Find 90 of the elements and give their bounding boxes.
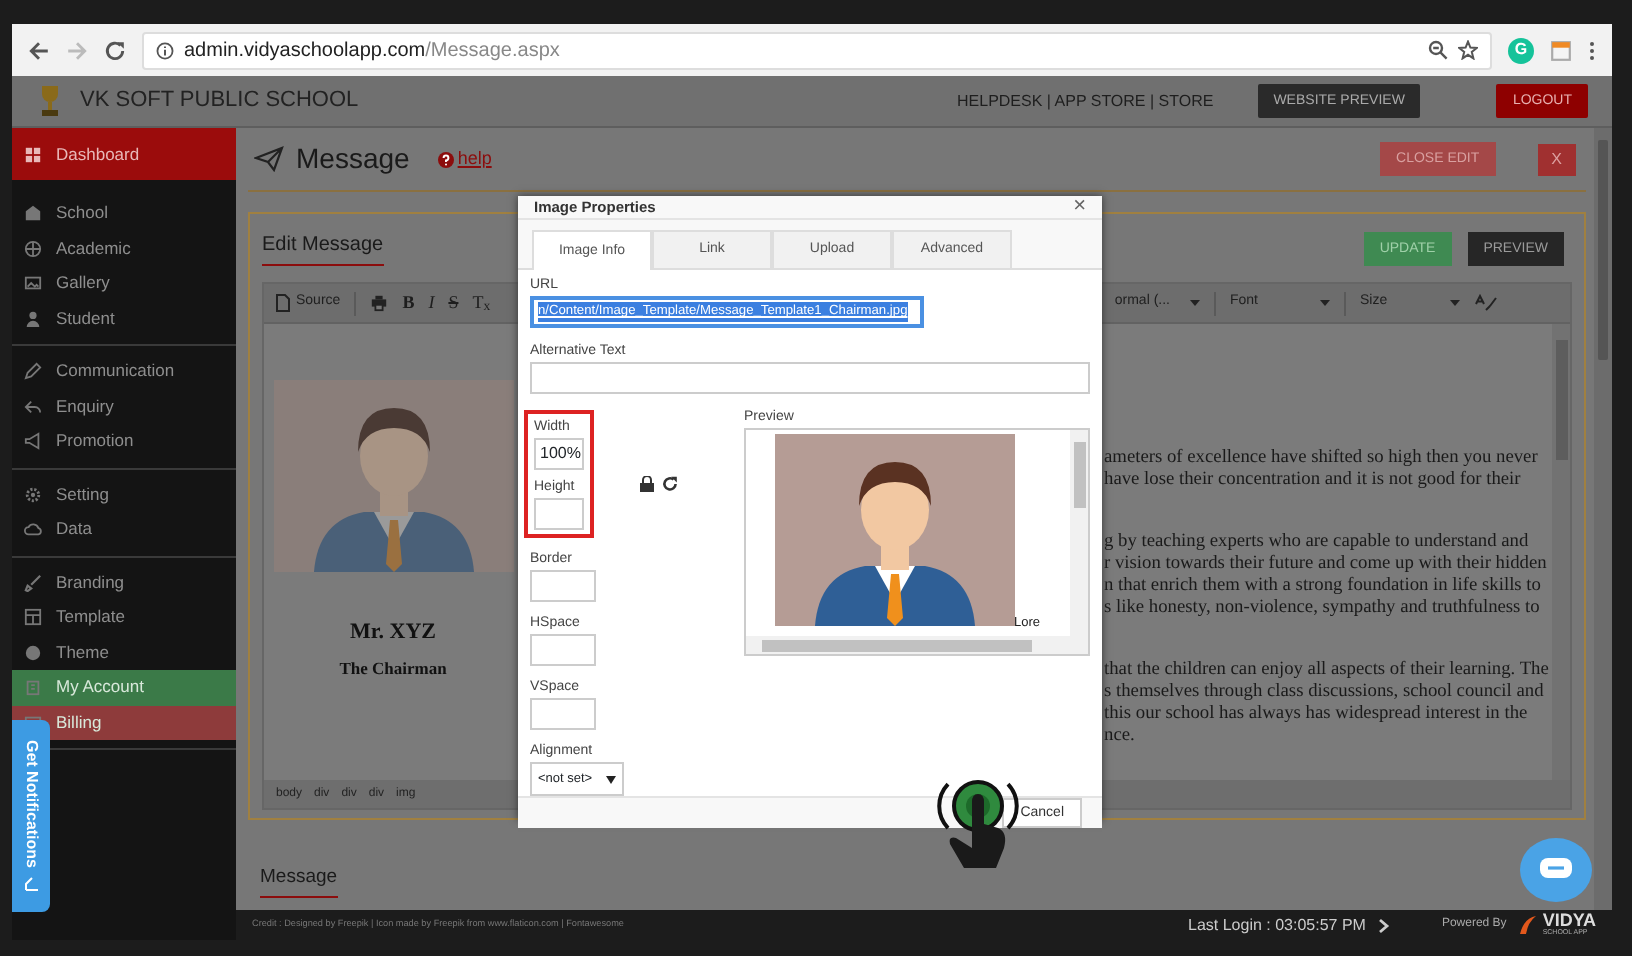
hspace-field[interactable]: [530, 634, 596, 667]
sidebar-item[interactable]: Setting: [12, 477, 236, 512]
sidebar-item[interactable]: Data: [12, 512, 236, 547]
person-role: The Chairman: [339, 655, 447, 681]
logo-text: VIDYA: [1542, 912, 1596, 931]
school-name: VK SOFT PUBLIC SCHOOL: [80, 86, 359, 117]
building-icon: [24, 678, 42, 697]
trophy-logo-icon: [36, 81, 64, 121]
pencil-icon: [24, 362, 42, 381]
brush-icon: [24, 573, 42, 592]
building-icon: [24, 204, 42, 223]
text-line: ameters of excellence have shifted so high then you never: [1104, 448, 1540, 470]
menu-icon[interactable]: [1588, 39, 1596, 61]
palette-icon: [24, 643, 42, 662]
reload-icon[interactable]: [104, 39, 126, 61]
edit-icon: [23, 875, 39, 891]
person-name: Mr. XYZ: [350, 618, 436, 648]
height-field[interactable]: [534, 498, 584, 531]
caret-icon: [1450, 300, 1460, 306]
sidebar-item[interactable]: Enquiry: [12, 389, 236, 424]
star-icon[interactable]: [1458, 40, 1478, 60]
text-line: s like honesty, non-violence, sympathy and truthfulness to: [1104, 598, 1542, 620]
text-line: have lose their concentration and it is not good for their: [1104, 470, 1523, 492]
sidebar-item[interactable]: Promotion: [12, 424, 236, 459]
info-icon: [156, 41, 174, 59]
reset-icon[interactable]: [662, 476, 678, 493]
print-icon[interactable]: [370, 294, 389, 312]
caret-icon: [1190, 300, 1200, 306]
text-line: r vision towards their future and come up with their hidden: [1104, 554, 1549, 576]
sidebar-item[interactable]: Template: [12, 600, 236, 635]
section-heading: Message: [260, 864, 338, 899]
close-button[interactable]: X: [1537, 143, 1576, 175]
megaphone-icon: [24, 432, 42, 451]
notifications-tab[interactable]: Get Notifications: [12, 720, 50, 912]
vspace-field[interactable]: [530, 698, 596, 731]
caret-icon: [1320, 300, 1330, 306]
text-line: s themselves through class discussions, school council and: [1104, 682, 1546, 704]
spellcheck-icon[interactable]: [1474, 294, 1498, 312]
scrollbar[interactable]: [1070, 430, 1088, 637]
swoosh-logo-icon: [1518, 914, 1539, 936]
width-field[interactable]: 100%: [534, 438, 584, 471]
caret-icon: [606, 775, 616, 784]
section-heading: Edit Message: [262, 230, 384, 266]
clear-button[interactable]: T$_{x}$: [472, 289, 491, 317]
forward-icon[interactable]: [66, 39, 88, 61]
extension-icon[interactable]: [1550, 39, 1572, 61]
text-line: this our school has always has widespread interest in the: [1104, 704, 1530, 726]
zoom-icon[interactable]: [1428, 40, 1448, 60]
lock-icon[interactable]: [640, 476, 654, 493]
scrollbar[interactable]: [1552, 324, 1570, 780]
back-icon[interactable]: [28, 39, 50, 61]
document-icon: [276, 294, 290, 312]
text-line: that the children can enjoy all aspects of their learning. The: [1104, 660, 1551, 682]
alternative-text-field[interactable]: [530, 362, 1090, 395]
last-login-text: Last Login : 03:05:57 PM: [1188, 913, 1366, 937]
reply-arrow-icon: [24, 397, 42, 416]
sidebar-item[interactable]: Gallery: [12, 266, 236, 301]
paper-plane-icon: [254, 146, 284, 172]
sidebar-item[interactable]: Theme: [12, 635, 236, 670]
sidebar-item[interactable]: My Account: [12, 670, 236, 705]
address-bar[interactable]: admin.vidyaschoolapp.com/Message.aspx: [142, 31, 1492, 69]
sidebar-item[interactable]: Branding: [12, 565, 236, 600]
text-line: g by teaching experts who are capable to understand and: [1104, 532, 1531, 554]
text-line: n that enrich them with a strong foundation in life skills to: [1104, 576, 1543, 598]
layout-icon: [24, 608, 42, 627]
border-field[interactable]: [530, 570, 596, 603]
page-title: Message: [296, 140, 410, 178]
sidebar-item[interactable]: Academic: [12, 231, 236, 266]
picture-icon: [24, 274, 42, 293]
chat-bubble-icon: [1538, 856, 1574, 884]
header-links[interactable]: HELPDESK | APP STORE | STORE: [957, 89, 1214, 113]
gear-icon: [24, 485, 42, 504]
help-icon: [437, 151, 454, 167]
person-icon: [24, 309, 42, 328]
italic-button[interactable]: I: [428, 289, 435, 317]
scrollbar[interactable]: [746, 636, 1088, 655]
globe-icon: [24, 239, 42, 258]
text-line: nce.: [1104, 726, 1137, 748]
scrollbar[interactable]: [1594, 128, 1612, 910]
sidebar-item[interactable]: Communication: [12, 354, 236, 389]
strike-button[interactable]: S: [448, 289, 459, 317]
sidebar-item[interactable]: School: [12, 196, 236, 231]
sidebar-item[interactable]: Dashboard: [12, 128, 236, 180]
close-button[interactable]: ×: [1073, 196, 1086, 219]
grid-icon: [24, 145, 42, 163]
sidebar-item[interactable]: Student: [12, 301, 236, 336]
chevron-icon[interactable]: [1377, 917, 1390, 933]
cloud-icon: [24, 520, 42, 539]
url-text: admin.vidyaschoolapp.com/Message.aspx: [184, 37, 560, 65]
bold-button[interactable]: B: [402, 289, 415, 317]
